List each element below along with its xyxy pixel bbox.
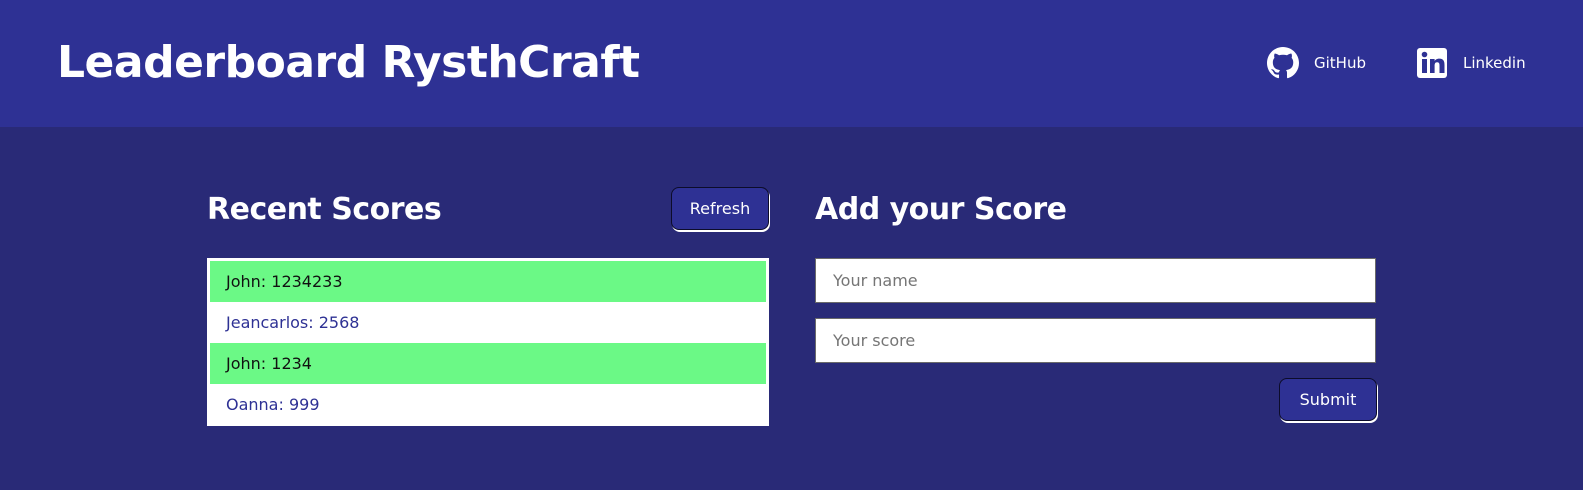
linkedin-link[interactable]: Linkedin (1416, 45, 1526, 81)
linkedin-link-label: Linkedin (1463, 54, 1526, 72)
score-list-item: Oanna: 999 (226, 395, 320, 414)
linkedin-icon (1417, 48, 1447, 78)
main-content: Recent Scores Refresh John: 1234233 Jeanc… (0, 127, 1583, 490)
github-link-label: GitHub (1314, 54, 1366, 72)
score-list-item: John: 1234 (210, 343, 766, 384)
add-score-title: Add your Score (815, 192, 1067, 227)
score-list: John: 1234233 Jeancarlos: 2568 John: 1234 O… (207, 258, 769, 426)
submit-button[interactable]: Submit (1279, 378, 1377, 421)
score-list-item: John: 1234233 (210, 261, 766, 302)
github-link[interactable]: GitHub (1267, 45, 1366, 81)
recent-scores-title: Recent Scores (207, 192, 442, 227)
score-input[interactable] (815, 318, 1376, 363)
site-title: Leaderboard RysthCraft (57, 37, 640, 88)
top-header: Leaderboard RysthCraft GitHub Linkedin (0, 0, 1583, 127)
score-list-item: Jeancarlos: 2568 (226, 313, 360, 332)
name-input[interactable] (815, 258, 1376, 303)
refresh-button[interactable]: Refresh (671, 187, 769, 230)
github-icon (1267, 47, 1299, 79)
